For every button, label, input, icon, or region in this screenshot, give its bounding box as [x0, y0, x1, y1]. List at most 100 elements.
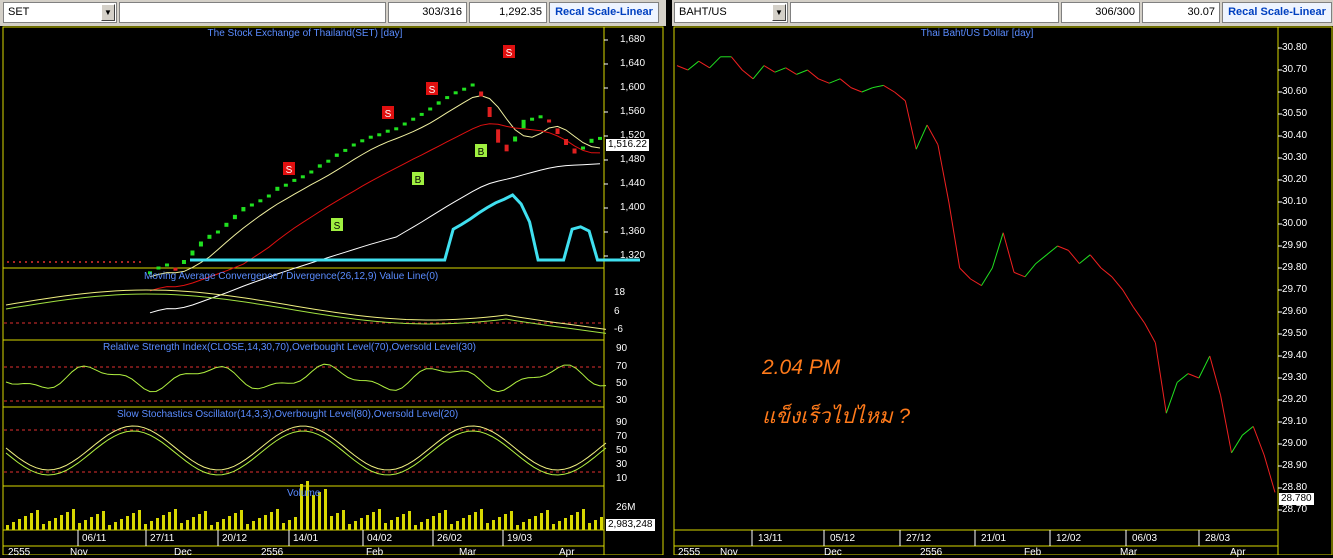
volume-bar	[24, 516, 27, 530]
volume-bar	[534, 516, 537, 530]
volume-bar	[378, 509, 381, 530]
sar-dot	[43, 261, 45, 263]
volume-bar	[522, 522, 525, 530]
sar-dot	[25, 261, 27, 263]
candle	[258, 199, 263, 203]
signal-label: S	[385, 109, 392, 120]
volume-bar	[576, 512, 579, 530]
candle	[564, 139, 569, 145]
volume-bar	[216, 522, 219, 530]
candle	[164, 263, 169, 267]
volume-bar	[84, 520, 87, 530]
signal-label: S	[286, 165, 293, 176]
volume-bar	[72, 509, 75, 530]
price-segment	[1068, 250, 1080, 264]
candle	[487, 107, 492, 117]
candle	[275, 186, 280, 191]
volume-tick: 26M	[616, 502, 636, 513]
candle	[589, 138, 594, 143]
volume-bar	[432, 516, 435, 530]
volume-bar	[204, 511, 207, 530]
sar-dot	[109, 261, 111, 263]
sar-dot	[121, 261, 123, 263]
sar-dot	[133, 261, 135, 263]
candle	[360, 139, 365, 143]
price-tick: 29.20	[1282, 394, 1308, 405]
rsi-tick: 70	[616, 361, 628, 372]
volume-bar	[366, 515, 369, 530]
sar-dot	[37, 261, 39, 263]
volume-bar	[120, 519, 123, 530]
price-tick: 30.30	[1282, 152, 1308, 163]
volume-bar	[564, 518, 567, 530]
stoch-tick: 90	[616, 417, 628, 428]
sar-dot	[31, 261, 33, 263]
date-tick: 21/01	[981, 533, 1007, 544]
rsi-tick: 30	[616, 395, 628, 406]
price-tick: 28.80	[1282, 482, 1308, 493]
sar-dot	[115, 261, 117, 263]
volume-bar	[246, 524, 249, 530]
date-tick: 13/11	[758, 533, 783, 544]
candle	[419, 112, 424, 116]
volume-bar	[582, 509, 585, 530]
candle	[232, 214, 237, 220]
macd-title: Moving Average Convergence / Divergence(…	[144, 271, 439, 282]
candle	[385, 129, 390, 133]
volume-bar	[240, 510, 243, 530]
price-tick: 30.80	[1282, 42, 1308, 53]
volume-bar	[126, 516, 129, 530]
price-segment	[1198, 355, 1211, 379]
candle	[462, 87, 467, 91]
volume-bar	[336, 513, 339, 530]
candle	[326, 159, 331, 163]
price-tick: 1,560	[620, 106, 646, 117]
volume-bar	[492, 520, 495, 530]
rsi-line	[5, 363, 607, 393]
ma-very-long-line	[190, 193, 640, 262]
candle	[402, 122, 407, 126]
price-segment	[1252, 426, 1265, 456]
volume-bar	[570, 515, 573, 530]
volume-bar	[78, 523, 81, 530]
volume-bar	[66, 512, 69, 530]
price-segment	[981, 267, 993, 286]
price-segment	[1165, 382, 1178, 414]
volume-bar	[324, 489, 327, 530]
price-tick: 29.00	[1282, 438, 1308, 449]
volume-bar	[498, 517, 501, 530]
volume-bar	[132, 513, 135, 530]
candle	[428, 107, 433, 111]
price-tick: 29.30	[1282, 372, 1308, 383]
volume-bar	[150, 521, 153, 530]
price-segment	[818, 78, 830, 84]
volume-bar	[546, 510, 549, 530]
candle	[292, 178, 297, 182]
volume-bar	[480, 509, 483, 530]
period-tick: Dec	[174, 547, 192, 558]
date-tick: 06/11	[82, 533, 107, 544]
price-segment	[676, 65, 689, 71]
sar-dot	[49, 261, 51, 263]
volume-bar	[258, 518, 261, 530]
ma-mid-line	[149, 123, 601, 292]
volume-bar	[420, 522, 423, 530]
baht-chart-pane: BAHT/US ▼ 306/300 30.07 Recal Scale-Line…	[672, 0, 1333, 558]
price-segment	[1242, 426, 1254, 436]
price-tick: 30.10	[1282, 196, 1308, 207]
candle	[368, 135, 373, 139]
price-segment	[1220, 395, 1233, 453]
candle	[521, 119, 526, 129]
volume-bar	[48, 521, 51, 530]
price-tick: 1,440	[620, 178, 646, 189]
price-tick: 29.40	[1282, 350, 1308, 361]
date-tick: 06/03	[1132, 533, 1158, 544]
candle	[581, 146, 586, 150]
candle	[309, 170, 314, 174]
candle	[572, 148, 577, 154]
period-tick: Feb	[366, 547, 384, 558]
price-segment	[807, 69, 819, 80]
volume-bar	[270, 512, 273, 530]
candle	[538, 115, 543, 119]
price-segment	[1089, 254, 1102, 269]
